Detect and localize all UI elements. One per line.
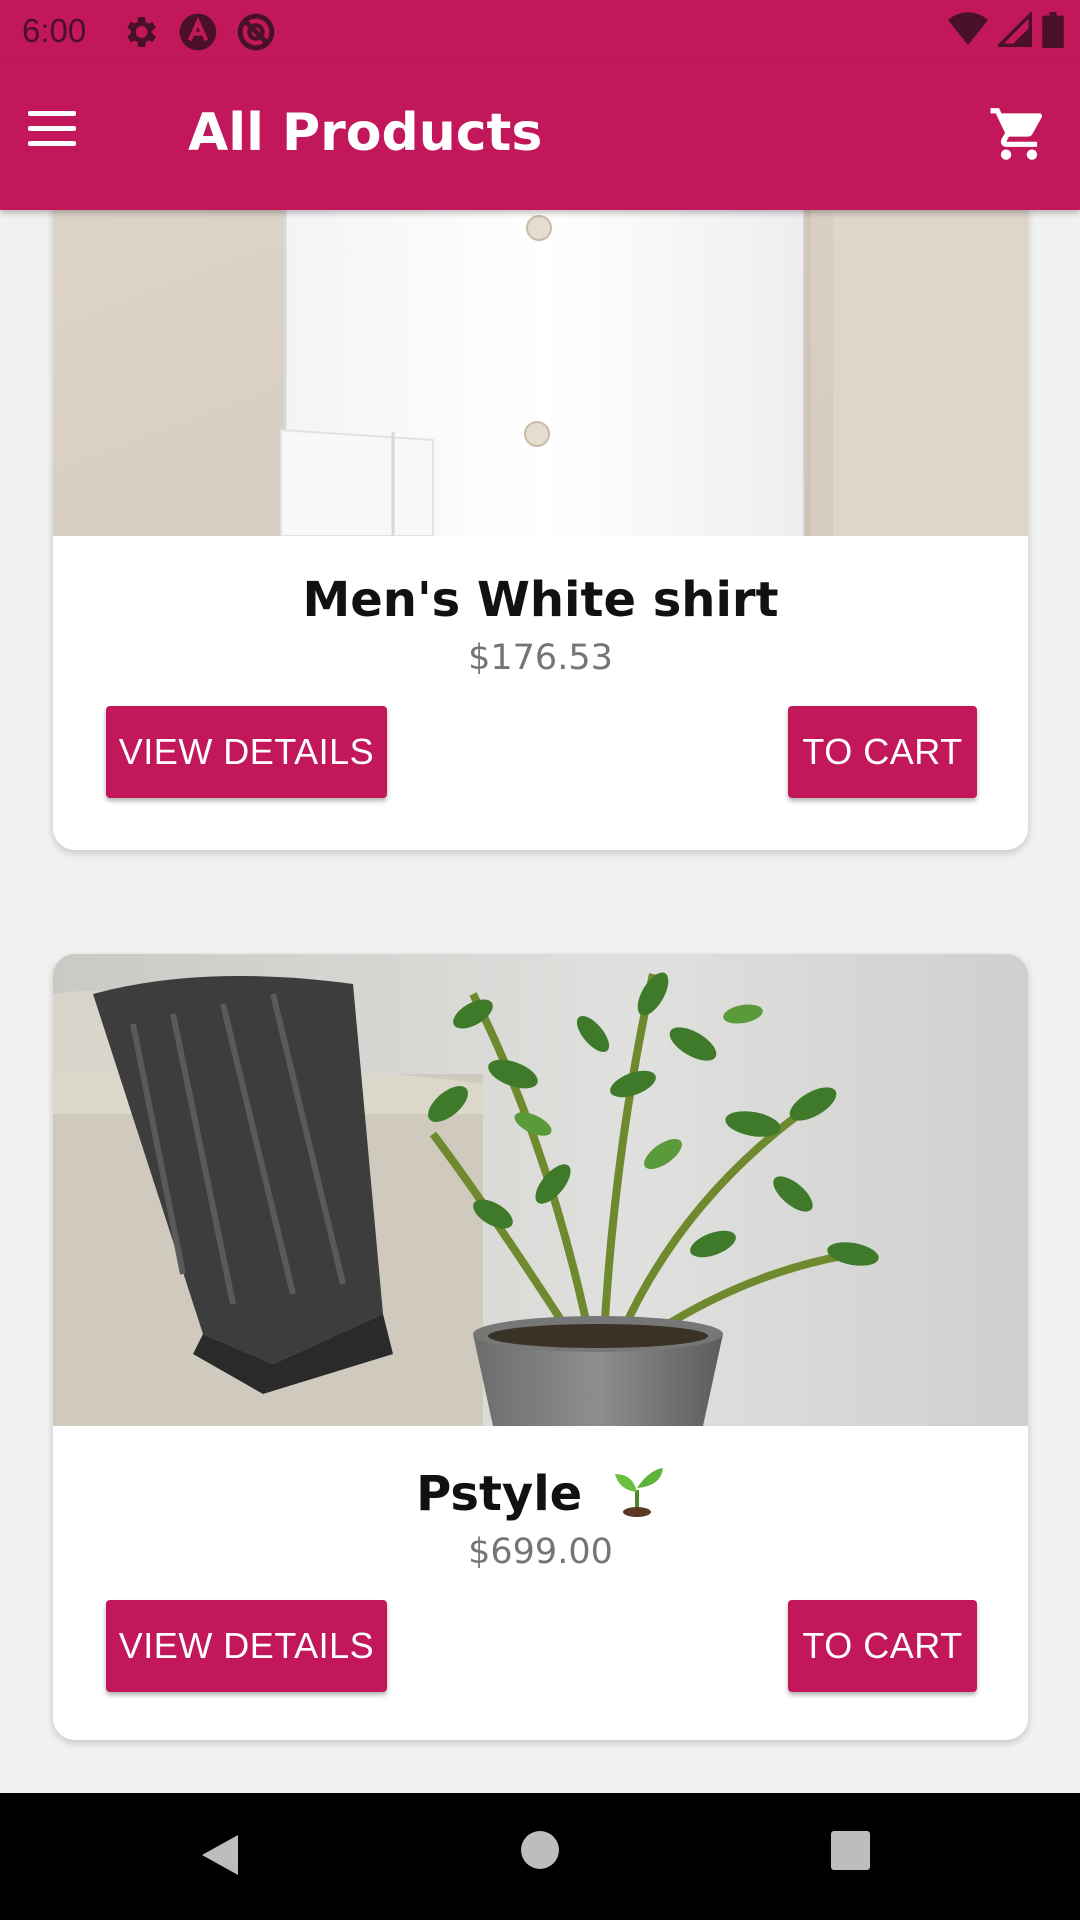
settings-gear-icon bbox=[120, 12, 160, 52]
page-title: All Products bbox=[188, 103, 543, 163]
product-card: Men's White shirt $176.53 VIEW DETAILS T… bbox=[53, 210, 1028, 850]
view-details-button[interactable]: VIEW DETAILS bbox=[106, 1600, 387, 1692]
product-name: Men's White shirt bbox=[302, 572, 779, 628]
app-a-icon bbox=[178, 12, 218, 52]
wifi-icon bbox=[948, 12, 988, 52]
system-nav-bar bbox=[0, 1793, 1080, 1920]
app-bar: All Products bbox=[0, 63, 1080, 210]
cart-button[interactable] bbox=[988, 103, 1050, 165]
card-actions: VIEW DETAILS TO CART bbox=[53, 706, 1028, 798]
product-card: Pstyle $699.00 VIEW DETAILS TO CART bbox=[53, 954, 1028, 1740]
home-icon[interactable] bbox=[521, 1831, 559, 1869]
card-actions: VIEW DETAILS TO CART bbox=[53, 1600, 1028, 1692]
recents-icon[interactable] bbox=[831, 1831, 870, 1870]
status-notification-icons bbox=[120, 12, 276, 52]
seedling-emoji bbox=[614, 1468, 663, 1517]
product-price: $699.00 bbox=[468, 1532, 613, 1572]
signal-icon bbox=[995, 10, 1032, 52]
no-tracking-icon bbox=[236, 12, 276, 52]
add-to-cart-button[interactable]: TO CART bbox=[788, 1600, 977, 1692]
product-image-pstyle[interactable] bbox=[53, 954, 1028, 1426]
add-to-cart-button[interactable]: TO CART bbox=[788, 706, 977, 798]
product-price: $176.53 bbox=[468, 638, 613, 678]
menu-button[interactable] bbox=[22, 111, 82, 161]
battery-icon bbox=[1042, 12, 1064, 52]
status-system-icons bbox=[948, 10, 1064, 52]
product-name-row: Pstyle bbox=[53, 1462, 1028, 1522]
product-name: Pstyle bbox=[416, 1466, 583, 1522]
back-icon[interactable] bbox=[200, 1833, 240, 1881]
product-list[interactable]: Men's White shirt $176.53 VIEW DETAILS T… bbox=[0, 210, 1080, 1793]
product-image-white-shirt[interactable] bbox=[53, 210, 1028, 536]
view-details-button[interactable]: VIEW DETAILS bbox=[106, 706, 387, 798]
status-bar: 6:00 bbox=[0, 0, 1080, 63]
shopping-cart-icon bbox=[990, 108, 1042, 160]
hamburger-menu-icon bbox=[28, 111, 76, 116]
status-time: 6:00 bbox=[22, 12, 87, 49]
